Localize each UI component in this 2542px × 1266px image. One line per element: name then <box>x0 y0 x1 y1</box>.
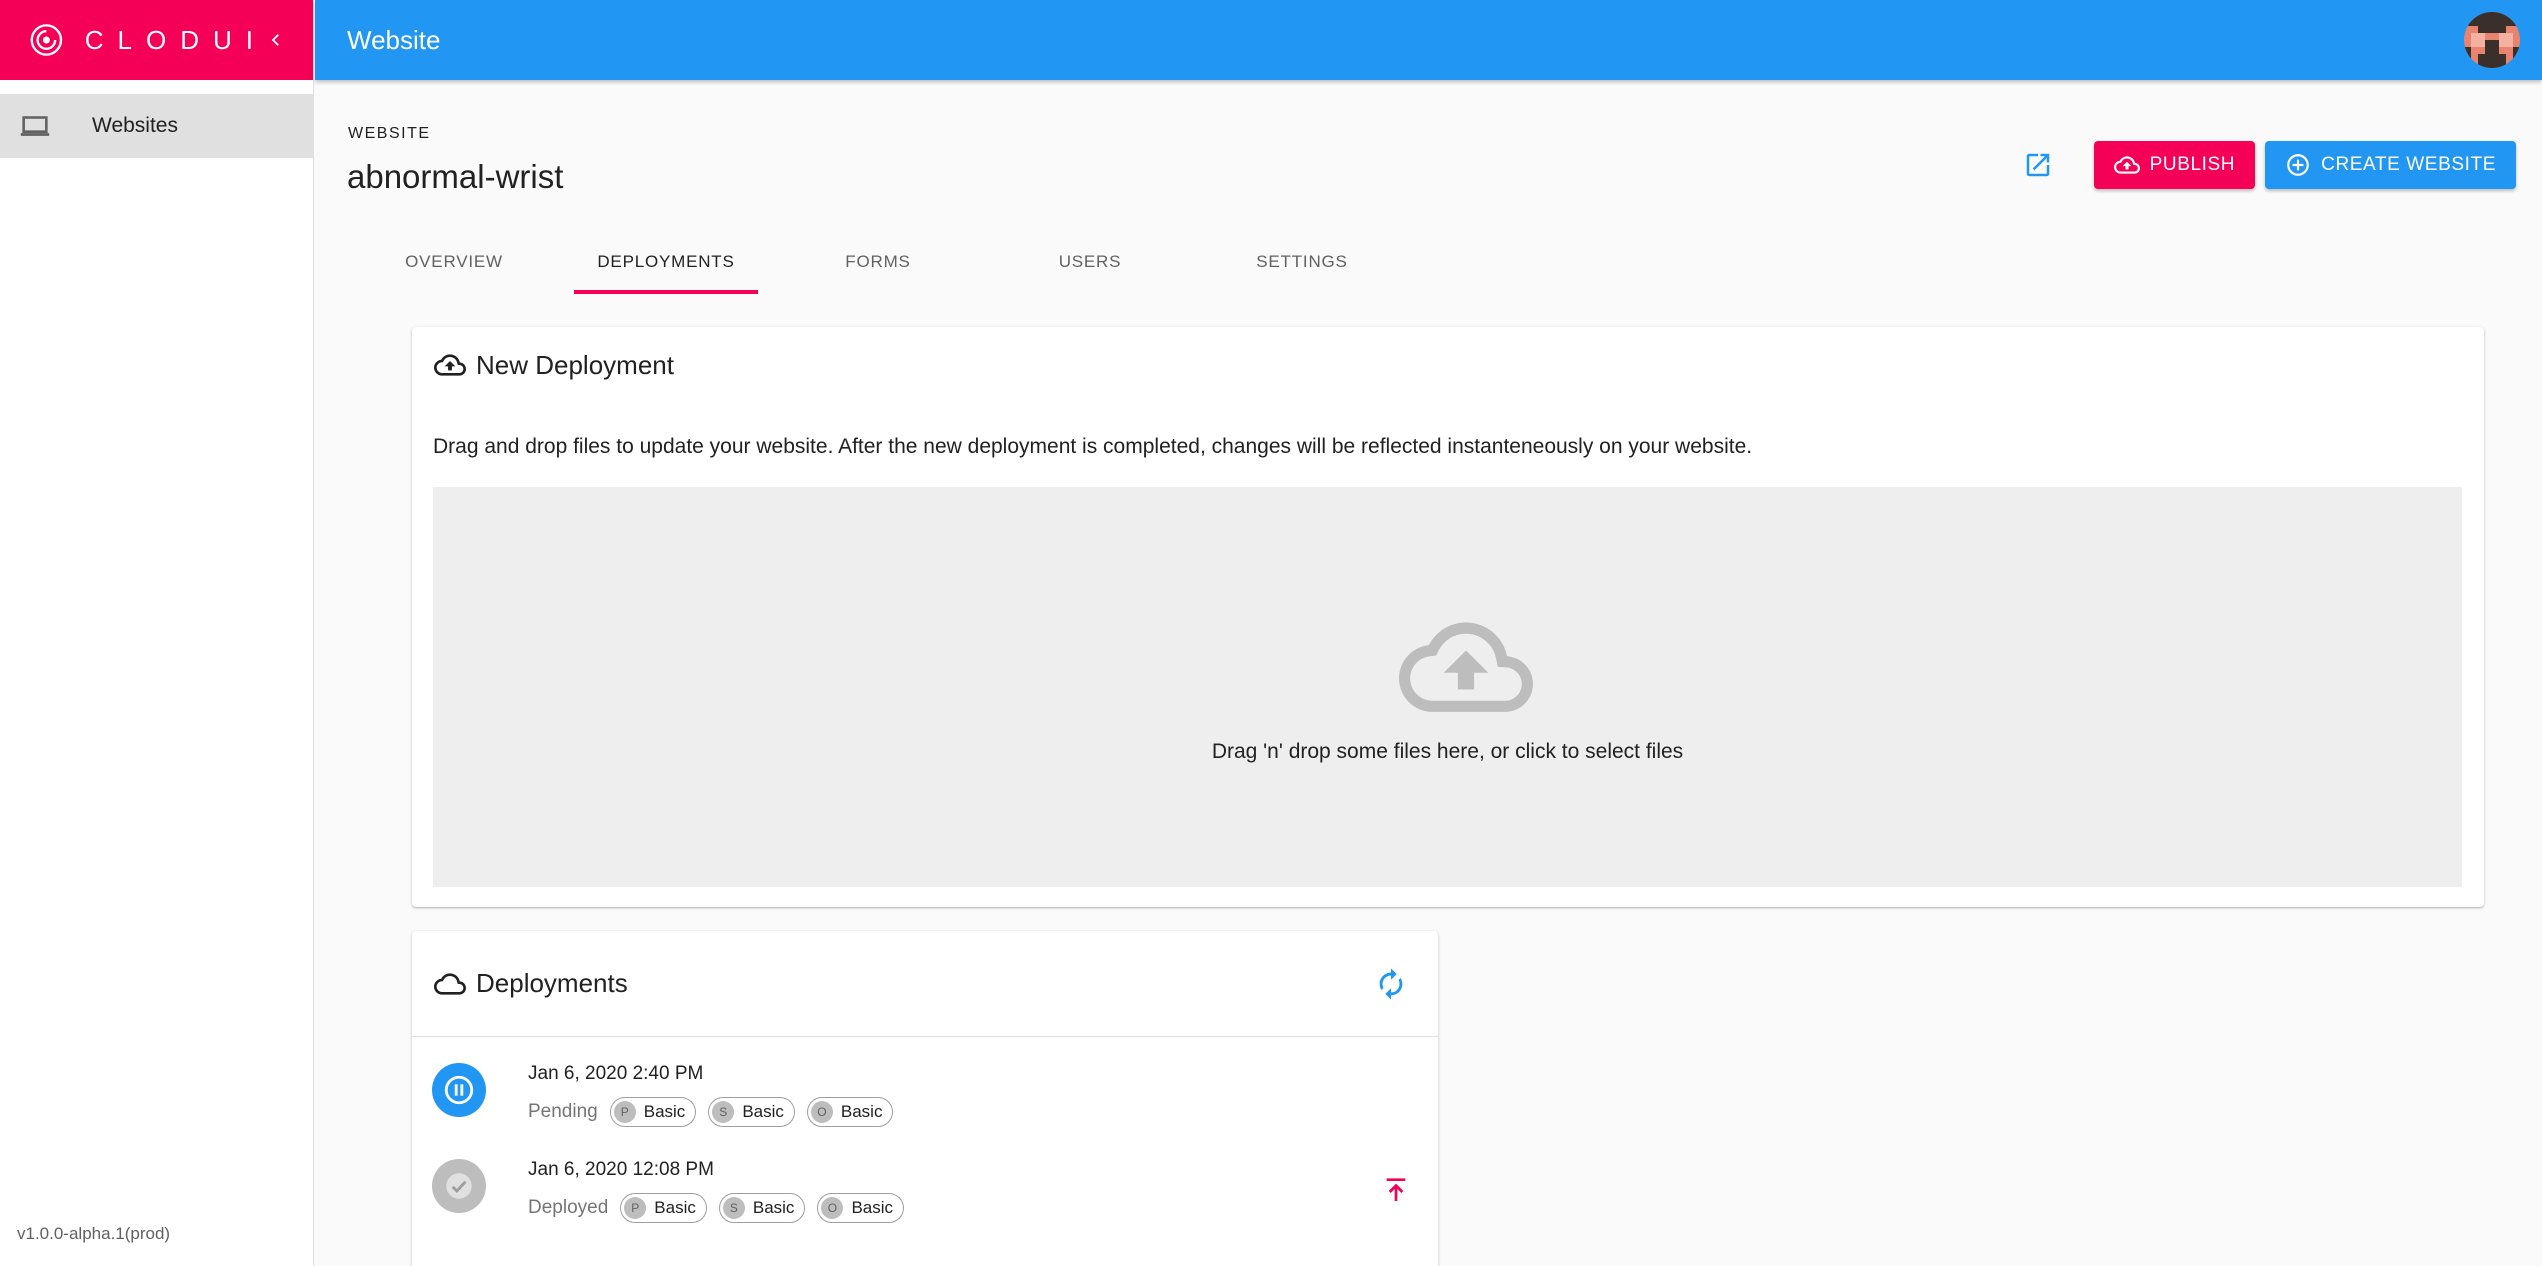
chip-label: Basic <box>643 1102 686 1121</box>
deployments-header: Deployments <box>412 931 1438 1037</box>
deployment-meta: Pending P Basic S Basic O Basic <box>528 1097 905 1127</box>
tab-settings[interactable]: SETTINGS <box>1196 230 1408 294</box>
collapse-sidebar-button[interactable] <box>267 28 285 52</box>
deployment-row: Jan 6, 2020 2:40 PM Pending P Basic S Ba… <box>432 1063 1412 1143</box>
plan-chip: P Basic <box>609 1097 697 1127</box>
deployment-status-pending <box>432 1063 486 1117</box>
tab-users[interactable]: USERS <box>984 230 1196 294</box>
rollback-deploy-icon[interactable] <box>1380 1173 1412 1205</box>
chevron-left-icon <box>271 34 279 46</box>
app-root: CLODUI Websites v1.0.0-alpha.1(prod) Web… <box>0 0 2542 1266</box>
chip-label: Basic <box>654 1198 696 1217</box>
plan-chip: S Basic <box>718 1193 806 1223</box>
check-icon <box>446 1173 472 1199</box>
plan-chip: O Basic <box>806 1097 894 1127</box>
plan-chip: S Basic <box>708 1097 795 1127</box>
deployment-status-text: Deployed <box>528 1197 609 1218</box>
open-in-new-icon <box>2026 153 2049 177</box>
open-website-button[interactable] <box>2014 141 2062 189</box>
section-overline: WEBSITE <box>348 125 431 142</box>
plan-chip: O Basic <box>817 1193 905 1223</box>
deployment-row: Jan 6, 2020 12:08 PM Deployed P Basic S … <box>432 1159 1412 1239</box>
publish-button[interactable]: PUBLISH <box>2093 141 2256 189</box>
new-deployment-card: New Deployment Drag and drop files to up… <box>412 327 2484 907</box>
website-tabs: OVERVIEW DEPLOYMENTS FORMS USERS SETTING… <box>348 230 1408 294</box>
avatar-identicon-icon <box>2464 12 2520 68</box>
deployments-title: Deployments <box>434 968 628 1000</box>
deployment-date: Jan 6, 2020 12:08 PM <box>528 1159 714 1180</box>
create-website-button[interactable]: CREATE WEBSITE <box>2265 141 2516 189</box>
publish-label: PUBLISH <box>2149 154 2236 175</box>
create-website-label: CREATE WEBSITE <box>2321 154 2496 175</box>
chip-label: Basic <box>742 1102 784 1121</box>
cloud-upload-large-icon <box>1399 622 1533 712</box>
cloud-outline-icon <box>434 972 466 995</box>
brand-bar: CLODUI <box>0 0 313 80</box>
deployment-meta: Deployed P Basic S Basic O Basic <box>528 1193 916 1223</box>
cloud-upload-icon <box>2113 156 2140 174</box>
chip-avatar: P <box>624 1197 647 1219</box>
deployments-heading: Deployments <box>476 968 628 998</box>
chip-avatar: O <box>821 1197 844 1219</box>
deployment-status-text: Pending <box>528 1101 598 1122</box>
user-avatar[interactable] <box>2464 12 2520 68</box>
new-deployment-description: Drag and drop files to update your websi… <box>433 435 1753 458</box>
chip-label: Basic <box>851 1198 894 1217</box>
sidebar: CLODUI Websites v1.0.0-alpha.1(prod) <box>0 0 314 1266</box>
chip-avatar: O <box>810 1101 833 1123</box>
new-deployment-title: New Deployment <box>434 349 674 381</box>
deployment-status-deployed <box>432 1159 486 1213</box>
tab-forms[interactable]: FORMS <box>772 230 984 294</box>
deployments-card: Deployments Jan 6, 2020 2:40 PM Pending … <box>412 931 1438 1266</box>
chip-label: Basic <box>752 1198 795 1217</box>
page-title: Website <box>347 24 441 55</box>
tab-deployments[interactable]: DEPLOYMENTS <box>560 230 772 294</box>
plan-chip: P Basic <box>620 1193 707 1223</box>
file-dropzone[interactable]: Drag 'n' drop some files here, or click … <box>433 487 2462 887</box>
header-actions: PUBLISH CREATE WEBSITE <box>2014 141 2516 189</box>
chip-label: Basic <box>840 1102 883 1121</box>
tab-overview[interactable]: OVERVIEW <box>348 230 560 294</box>
cloud-upload-icon <box>434 354 466 376</box>
refresh-icon[interactable] <box>1374 967 1408 1001</box>
app-version: v1.0.0-alpha.1(prod) <box>17 1224 171 1243</box>
chip-avatar: S <box>712 1101 735 1123</box>
chip-avatar: S <box>722 1197 745 1219</box>
sidebar-item-label: Websites <box>92 114 178 137</box>
clodui-logo-icon <box>30 24 63 56</box>
deployment-date: Jan 6, 2020 2:40 PM <box>528 1063 704 1084</box>
laptop-icon <box>20 116 50 136</box>
chip-avatar: P <box>613 1101 636 1123</box>
sidebar-item-websites[interactable]: Websites <box>0 94 313 158</box>
new-deployment-heading: New Deployment <box>476 349 674 380</box>
add-circle-outline-icon <box>2287 154 2309 176</box>
top-app-bar: Website <box>315 0 2542 80</box>
pause-icon <box>444 1075 474 1105</box>
website-name: abnormal-wrist <box>347 158 564 195</box>
brand-name: CLODUI <box>84 24 267 55</box>
dropzone-instructions: Drag 'n' drop some files here, or click … <box>1211 740 1684 763</box>
